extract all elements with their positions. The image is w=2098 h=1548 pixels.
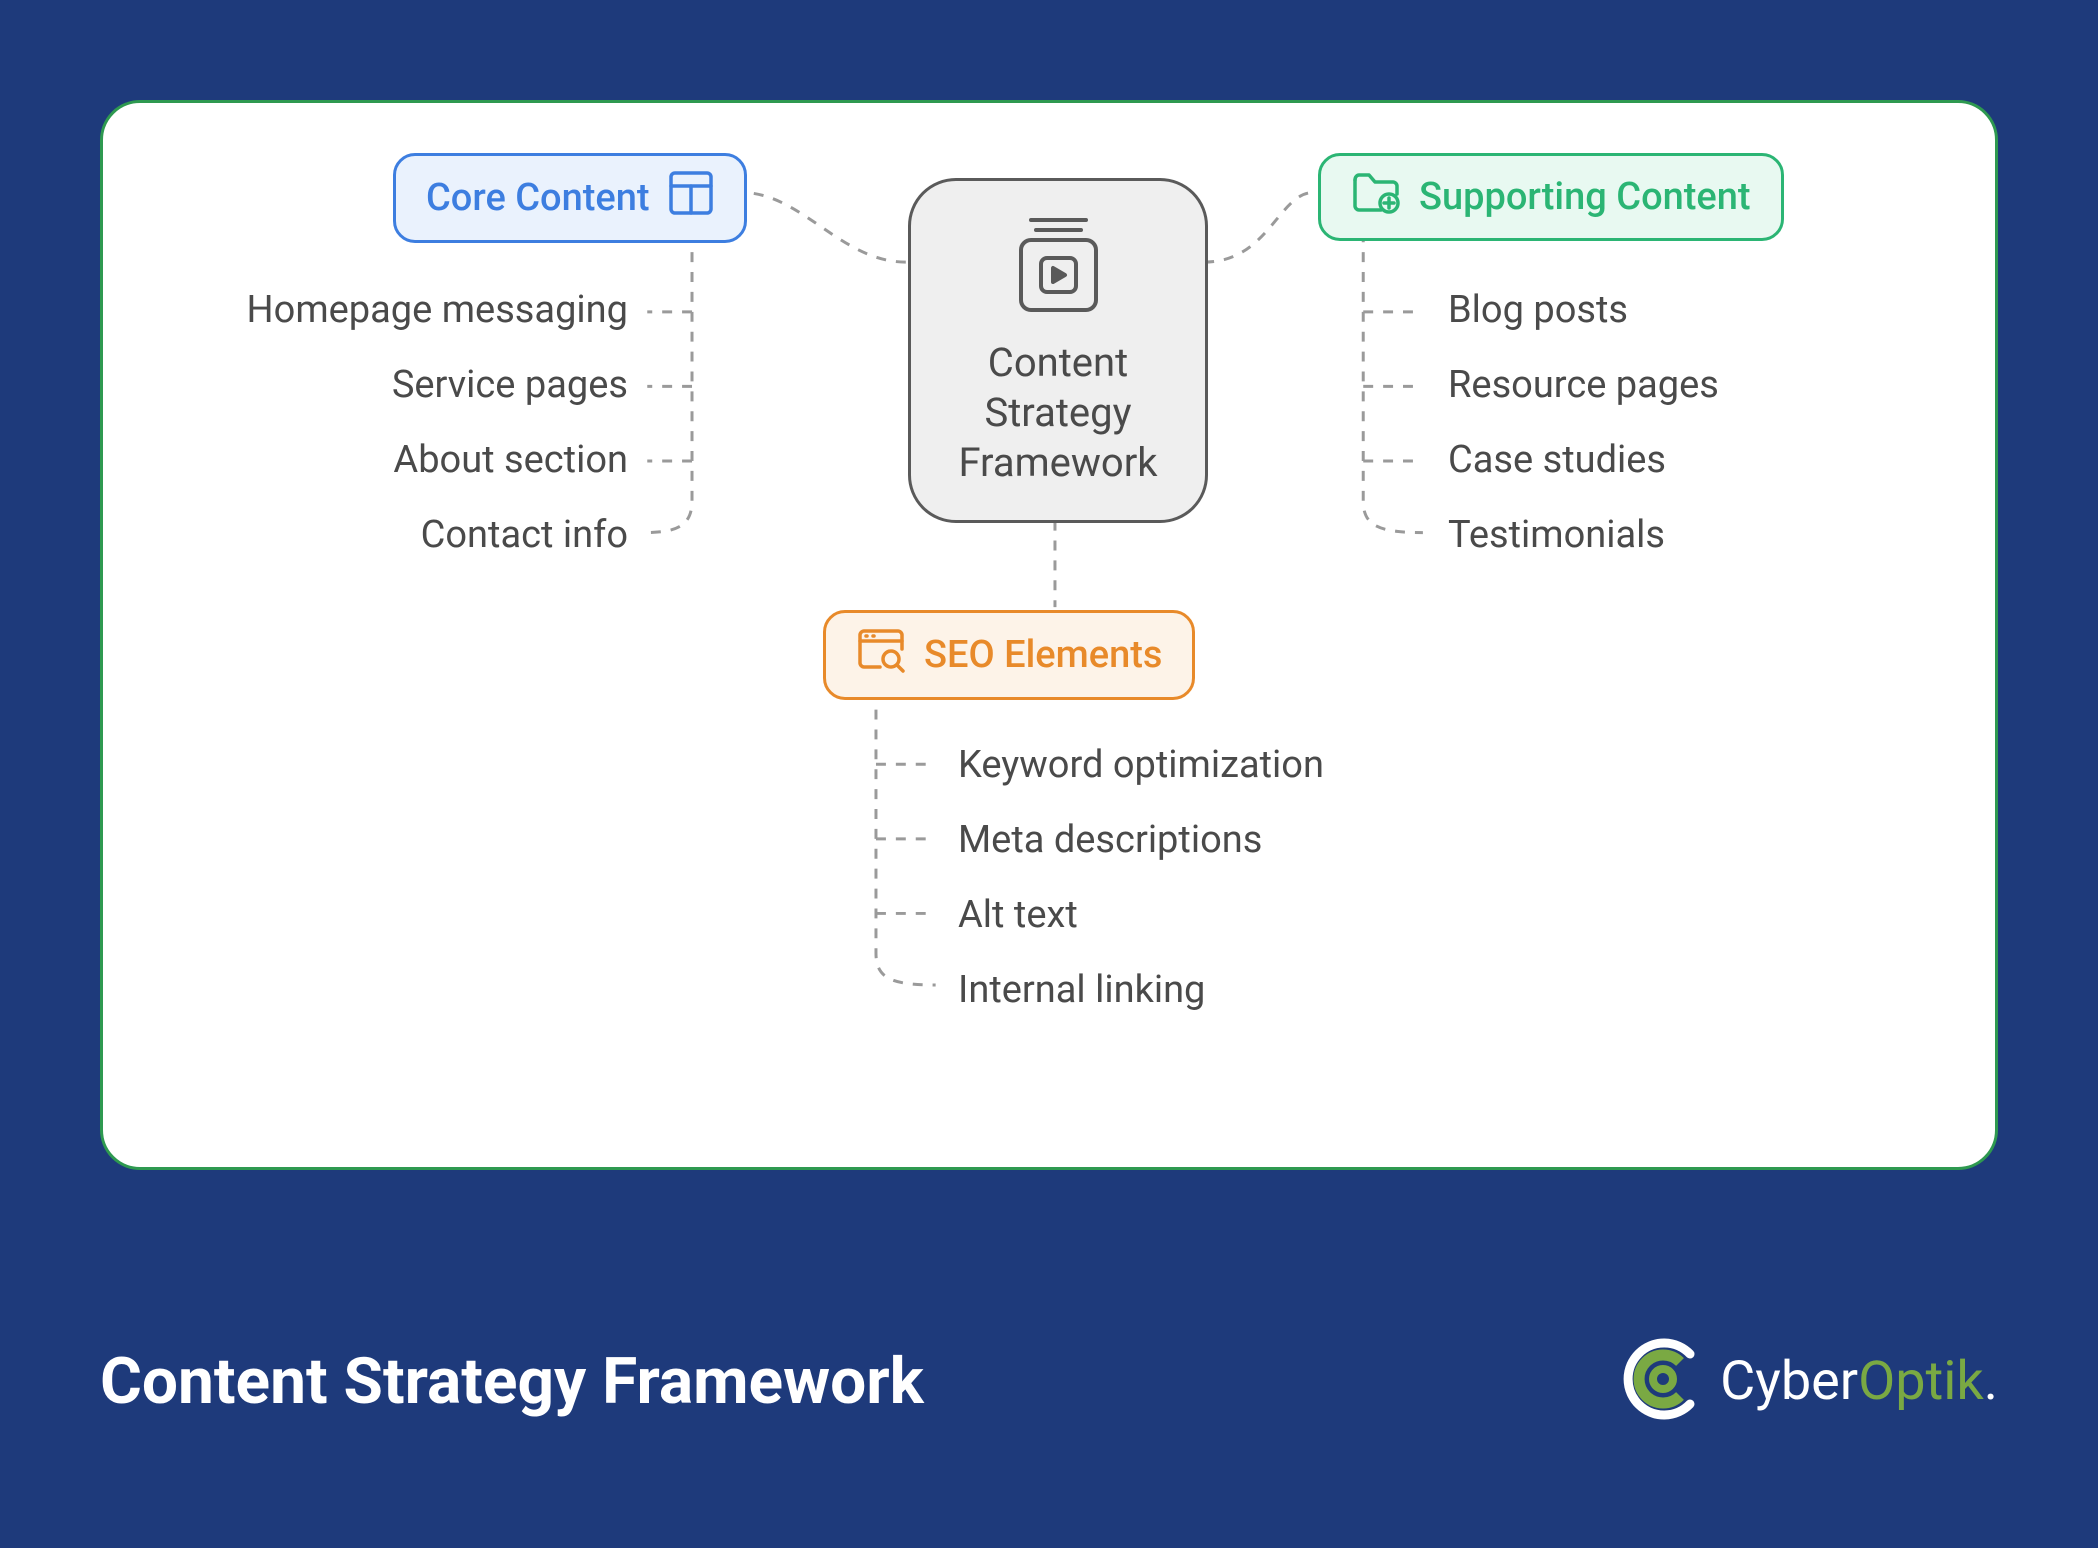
supporting-item-blog: Blog posts [1448,288,1628,332]
seo-item-alt: Alt text [958,893,1078,937]
brand-name: CyberOptik. [1720,1350,1998,1413]
core-item-service: Service pages [183,363,628,407]
core-item-homepage: Homepage messaging [183,288,628,332]
supporting-content-branch: Supporting Content [1318,153,1784,241]
logo-mark-icon [1618,1334,1708,1428]
core-item-about: About section [183,438,628,482]
footer: Content Strategy Framework CyberOptik. [100,1334,1998,1428]
core-content-label: Core Content [426,176,650,220]
core-item-contact: Contact info [183,513,628,557]
supporting-item-resource: Resource pages [1448,363,1719,407]
seo-item-linking: Internal linking [958,968,1205,1012]
center-label: ContentStrategyFramework [958,338,1157,488]
center-node: ContentStrategyFramework [908,178,1208,523]
supporting-item-testimonials: Testimonials [1448,513,1665,557]
seo-elements-label: SEO Elements [924,633,1162,677]
seo-elements-branch: SEO Elements [823,610,1195,700]
page-title: Content Strategy Framework [100,1344,924,1419]
folder-plus-icon [1351,170,1401,224]
layout-icon [668,170,714,226]
browser-search-icon [856,627,906,683]
seo-item-keyword: Keyword optimization [958,743,1324,787]
brand-logo: CyberOptik. [1618,1334,1998,1428]
diagram-canvas: ContentStrategyFramework Core Content Ho… [100,100,1998,1170]
seo-item-meta: Meta descriptions [958,818,1262,862]
book-video-icon [1011,214,1106,318]
core-content-branch: Core Content [393,153,747,243]
supporting-item-case: Case studies [1448,438,1666,482]
supporting-content-label: Supporting Content [1419,175,1751,219]
